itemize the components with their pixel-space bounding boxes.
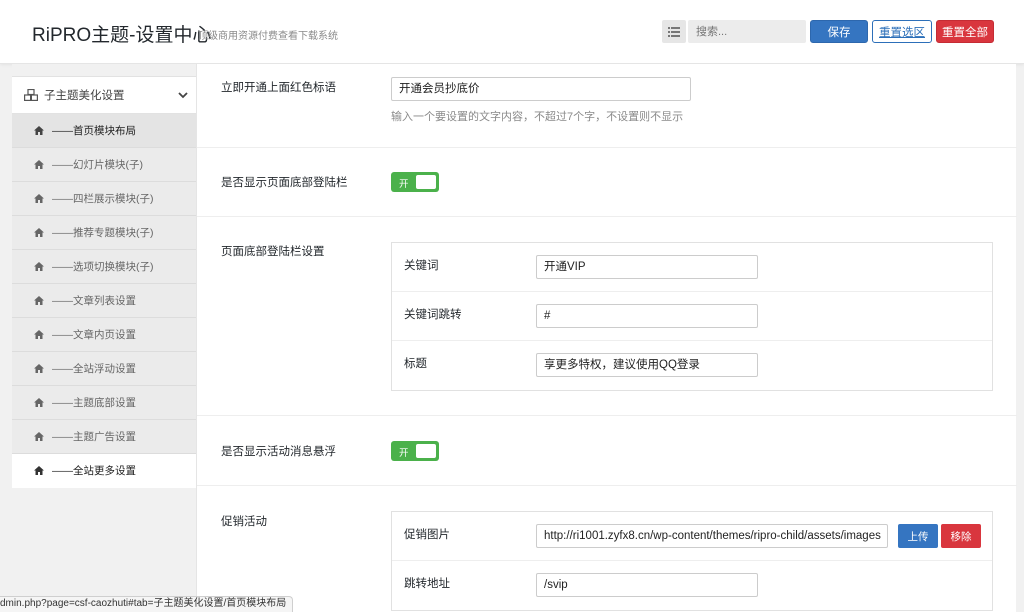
field-promotion: 促销活动 促销图片 http://ri1001.zyfx8.cn/wp-cont… — [197, 486, 1017, 612]
footer-login-switch[interactable]: 开 — [391, 172, 439, 192]
subfield-label: 促销图片 — [404, 529, 450, 541]
home-icon — [34, 296, 44, 305]
field-activity-float: 是否显示活动消息悬浮 开 — [197, 416, 1017, 486]
sidebar-item-theme-ads[interactable]: ——主题广告设置 — [12, 420, 196, 454]
sidebar-item-label: ——选项切换模块(子) — [52, 261, 154, 273]
browser-status-bar: dmin.php?page=csf-caozhuti#tab=子主题美化设置/首… — [0, 596, 294, 612]
upload-button[interactable]: 上传 — [898, 524, 938, 548]
keyword-link-input[interactable]: # — [536, 304, 758, 328]
sidebar-parent-label: 子主题美化设置 — [44, 90, 125, 102]
sidebar-item-four-column[interactable]: ——四栏展示模块(子) — [12, 182, 196, 216]
promo-image-url-input[interactable]: http://ri1001.zyfx8.cn/wp-content/themes… — [536, 524, 888, 548]
subfield-label: 关键词跳转 — [404, 309, 462, 321]
save-button[interactable]: 保存 — [810, 20, 868, 43]
sidebar-item-label: ——主题底部设置 — [52, 397, 136, 409]
sidebar-item-theme-footer[interactable]: ——主题底部设置 — [12, 386, 196, 420]
sidebar-item-label: ——全站更多设置 — [52, 465, 136, 477]
search-input[interactable] — [688, 20, 806, 43]
sidebar-item-label: ——全站浮动设置 — [52, 363, 136, 375]
reset-section-button[interactable]: 重置选区 — [872, 20, 932, 43]
subfield-title: 标题 享更多特权，建议使用QQ登录 — [392, 341, 992, 390]
subfield-label: 跳转地址 — [404, 578, 450, 590]
expand-toggle-button[interactable] — [662, 20, 686, 43]
field-label: 促销活动 — [221, 516, 267, 528]
activity-float-switch[interactable]: 开 — [391, 441, 439, 461]
home-icon — [34, 398, 44, 407]
sidebar-item-label: ——推荐专题模块(子) — [52, 227, 154, 239]
sidebar-item-site-float[interactable]: ——全站浮动设置 — [12, 352, 196, 386]
field-label: 是否显示页面底部登陆栏 — [221, 177, 348, 189]
promotion-fieldset: 促销图片 http://ri1001.zyfx8.cn/wp-content/t… — [391, 511, 993, 611]
reset-all-button[interactable]: 重置全部 — [936, 20, 994, 43]
switch-on-text: 开 — [399, 448, 409, 459]
field-hint: 输入一个要设置的文字内容，不超过7个字，不设置则不显示 — [391, 111, 684, 123]
sidebar-item-label: ——首页模块布局 — [52, 125, 136, 137]
sidebar-item-label: ——主题广告设置 — [52, 431, 136, 443]
sidebar-spacer — [12, 64, 196, 76]
sidebar-item-article-page[interactable]: ——文章内页设置 — [12, 318, 196, 352]
sidebar: 子主题美化设置 ——首页模块布局 ——幻灯片模块(子) ——四栏展示模块(子) … — [12, 64, 196, 612]
home-icon — [34, 432, 44, 441]
subfield-promo-link: 跳转地址 /svip — [392, 561, 992, 610]
field-red-slogan: 立即开通上面红色标语 开通会员抄底价 输入一个要设置的文字内容，不超过7个字，不… — [197, 64, 1017, 148]
home-icon — [34, 126, 44, 135]
switch-knob — [416, 175, 436, 189]
sidebar-item-site-more[interactable]: ——全站更多设置 — [12, 454, 196, 488]
sidebar-parent-child-theme[interactable]: 子主题美化设置 — [12, 76, 196, 114]
subfield-label: 关键词 — [404, 260, 439, 272]
field-footer-login: 是否显示页面底部登陆栏 开 — [197, 148, 1017, 217]
keyword-input[interactable]: 开通VIP — [536, 255, 758, 279]
settings-panel: 立即开通上面红色标语 开通会员抄底价 输入一个要设置的文字内容，不超过7个字，不… — [196, 64, 1017, 612]
switch-knob — [416, 444, 436, 458]
sidebar-item-slider[interactable]: ——幻灯片模块(子) — [12, 148, 196, 182]
footer-login-fieldset: 关键词 开通VIP 关键词跳转 # 标题 享更多特权，建议使用QQ登录 — [391, 242, 993, 391]
home-icon — [34, 228, 44, 237]
sidebar-item-article-list[interactable]: ——文章列表设置 — [12, 284, 196, 318]
app-title: RiPRO主题-设置中心 — [32, 25, 212, 46]
home-icon — [34, 160, 44, 169]
home-icon — [34, 364, 44, 373]
sidebar-item-label: ——文章列表设置 — [52, 295, 136, 307]
field-footer-login-settings: 页面底部登陆栏设置 关键词 开通VIP 关键词跳转 # 标题 享更多特权，建议使… — [197, 217, 1017, 416]
list-icon — [668, 26, 680, 37]
field-label: 页面底部登陆栏设置 — [221, 246, 325, 258]
top-header: RiPRO主题-设置中心 顶级商用资源付费查看下载系统 保存 重置选区 重置全部 — [0, 0, 1024, 64]
chevron-down-icon — [178, 92, 188, 99]
field-label: 立即开通上面红色标语 — [221, 82, 336, 94]
sidebar-item-label: ——文章内页设置 — [52, 329, 136, 341]
sidebar-item-label: ——四栏展示模块(子) — [52, 193, 154, 205]
sidebar-item-home-layout[interactable]: ——首页模块布局 — [12, 114, 196, 148]
sidebar-item-recommend-topic[interactable]: ——推荐专题模块(子) — [12, 216, 196, 250]
sidebar-item-label: ——幻灯片模块(子) — [52, 159, 143, 171]
title-input[interactable]: 享更多特权，建议使用QQ登录 — [536, 353, 758, 377]
remove-button[interactable]: 移除 — [941, 524, 981, 548]
home-icon — [34, 466, 44, 475]
sidebar-item-tab-switch[interactable]: ——选项切换模块(子) — [12, 250, 196, 284]
red-slogan-input[interactable]: 开通会员抄底价 — [391, 77, 691, 101]
subfield-keyword-link: 关键词跳转 # — [392, 292, 992, 341]
subfield-label: 标题 — [404, 358, 427, 370]
switch-on-text: 开 — [399, 179, 409, 190]
home-icon — [34, 262, 44, 271]
sidebar-submenu: ——首页模块布局 ——幻灯片模块(子) ——四栏展示模块(子) ——推荐专题模块… — [12, 114, 196, 488]
home-icon — [34, 330, 44, 339]
cubes-icon — [24, 89, 38, 101]
app-subtitle: 顶级商用资源付费查看下载系统 — [198, 31, 338, 42]
field-label: 是否显示活动消息悬浮 — [221, 446, 336, 458]
subfield-keyword: 关键词 开通VIP — [392, 243, 992, 292]
subfield-promo-image: 促销图片 http://ri1001.zyfx8.cn/wp-content/t… — [392, 512, 992, 561]
home-icon — [34, 194, 44, 203]
promo-link-input[interactable]: /svip — [536, 573, 758, 597]
